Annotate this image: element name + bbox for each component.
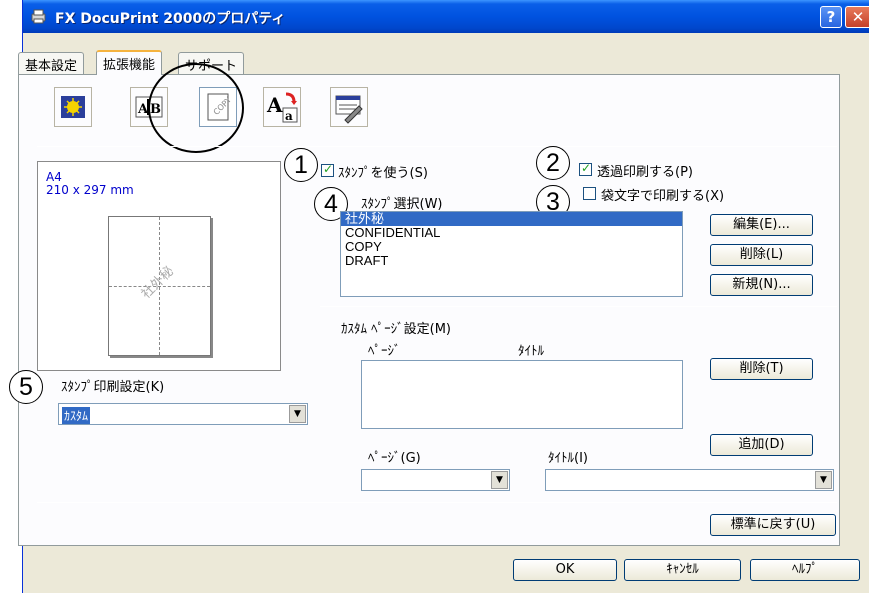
reset-defaults-button[interactable]: 標準に戻す(U) bbox=[710, 514, 836, 536]
title-select[interactable]: ▼ bbox=[545, 469, 834, 491]
stamp-select-label: ｽﾀﾝﾌﾟ選択(W) bbox=[361, 197, 443, 212]
transparent-print-checkbox[interactable]: ✓ bbox=[579, 161, 592, 176]
printer-icon bbox=[31, 9, 46, 24]
page-select[interactable]: ▼ bbox=[361, 469, 510, 491]
callout-1: 1 bbox=[284, 148, 318, 182]
svg-text:a: a bbox=[285, 109, 293, 123]
page-select-label: ﾍﾟｰｼﾞ(G) bbox=[368, 451, 421, 466]
column-page-header: ﾍﾟｰｼﾞ bbox=[368, 344, 401, 359]
close-button[interactable]: ✕ bbox=[845, 6, 869, 28]
paper-preview: 社外秘 bbox=[108, 216, 211, 356]
help-button[interactable]: ﾍﾙﾌﾟ bbox=[750, 559, 860, 581]
stamp-print-setting-label: ｽﾀﾝﾌﾟ印刷設定(K) bbox=[61, 380, 165, 395]
callout-5: 5 bbox=[9, 370, 43, 404]
watermark-preview-text: 社外秘 bbox=[138, 263, 178, 303]
transparent-print-label: 透過印刷する(P) bbox=[597, 165, 693, 180]
stamp-section-divider bbox=[320, 306, 837, 307]
paper-size: A4 210 x 297 mm bbox=[46, 170, 134, 197]
custom-page-section-title: ｶｽﾀﾑ ﾍﾟｰｼﾞ設定(M) bbox=[341, 322, 451, 337]
device-settings-icon[interactable] bbox=[330, 87, 368, 127]
use-stamp-label: ｽﾀﾝﾌﾟを使う(S) bbox=[338, 166, 428, 181]
add-custom-page-button[interactable]: 追加(D) bbox=[710, 434, 813, 456]
callout-2: 2 bbox=[536, 146, 570, 180]
outline-print-checkbox[interactable] bbox=[583, 187, 596, 200]
delete-stamp-button[interactable]: 削除(L) bbox=[710, 244, 813, 266]
chevron-down-icon[interactable]: ▼ bbox=[289, 405, 306, 423]
stamp-print-setting-select[interactable]: ｶｽﾀﾑ ▼ bbox=[58, 403, 308, 425]
callout-ring bbox=[148, 63, 244, 153]
ok-button[interactable]: OK bbox=[513, 559, 617, 581]
tab-basic[interactable]: 基本設定 bbox=[18, 52, 85, 74]
svg-text:A: A bbox=[266, 93, 283, 117]
bottom-divider bbox=[37, 502, 837, 503]
list-item[interactable]: COPY bbox=[341, 240, 682, 254]
list-item[interactable]: CONFIDENTIAL bbox=[341, 226, 682, 240]
column-title-header: ﾀｲﾄﾙ bbox=[518, 344, 544, 359]
title-select-label: ﾀｲﾄﾙ(I) bbox=[548, 451, 588, 466]
tab-extended[interactable]: 拡張機能 bbox=[96, 50, 163, 75]
chevron-down-icon[interactable]: ▼ bbox=[815, 471, 832, 489]
help-title-button[interactable]: ? bbox=[820, 6, 842, 28]
title-bar[interactable]: FX DocuPrint 2000のプロパティ ? ✕ bbox=[23, 0, 869, 33]
outline-print-label: 袋文字で印刷する(X) bbox=[601, 189, 725, 204]
stamp-listbox[interactable]: 社外秘 CONFIDENTIAL COPY DRAFT bbox=[340, 211, 683, 297]
custom-page-list[interactable] bbox=[361, 360, 683, 429]
list-item[interactable]: 社外秘 bbox=[341, 212, 682, 226]
new-stamp-button[interactable]: 新規(N)... bbox=[710, 274, 813, 296]
toolbar-divider bbox=[37, 146, 837, 147]
delete-custom-page-button[interactable]: 削除(T) bbox=[710, 358, 813, 380]
list-item[interactable]: DRAFT bbox=[341, 254, 682, 268]
edit-stamp-button[interactable]: 編集(E)... bbox=[710, 214, 813, 236]
use-stamp-checkbox[interactable]: ✓ bbox=[321, 162, 334, 177]
font-icon[interactable]: Aa bbox=[263, 87, 301, 127]
watermark-icon[interactable] bbox=[54, 87, 92, 127]
cancel-button[interactable]: ｷｬﾝｾﾙ bbox=[624, 559, 741, 581]
window-title: FX DocuPrint 2000のプロパティ bbox=[55, 11, 286, 27]
chevron-down-icon[interactable]: ▼ bbox=[491, 471, 508, 489]
